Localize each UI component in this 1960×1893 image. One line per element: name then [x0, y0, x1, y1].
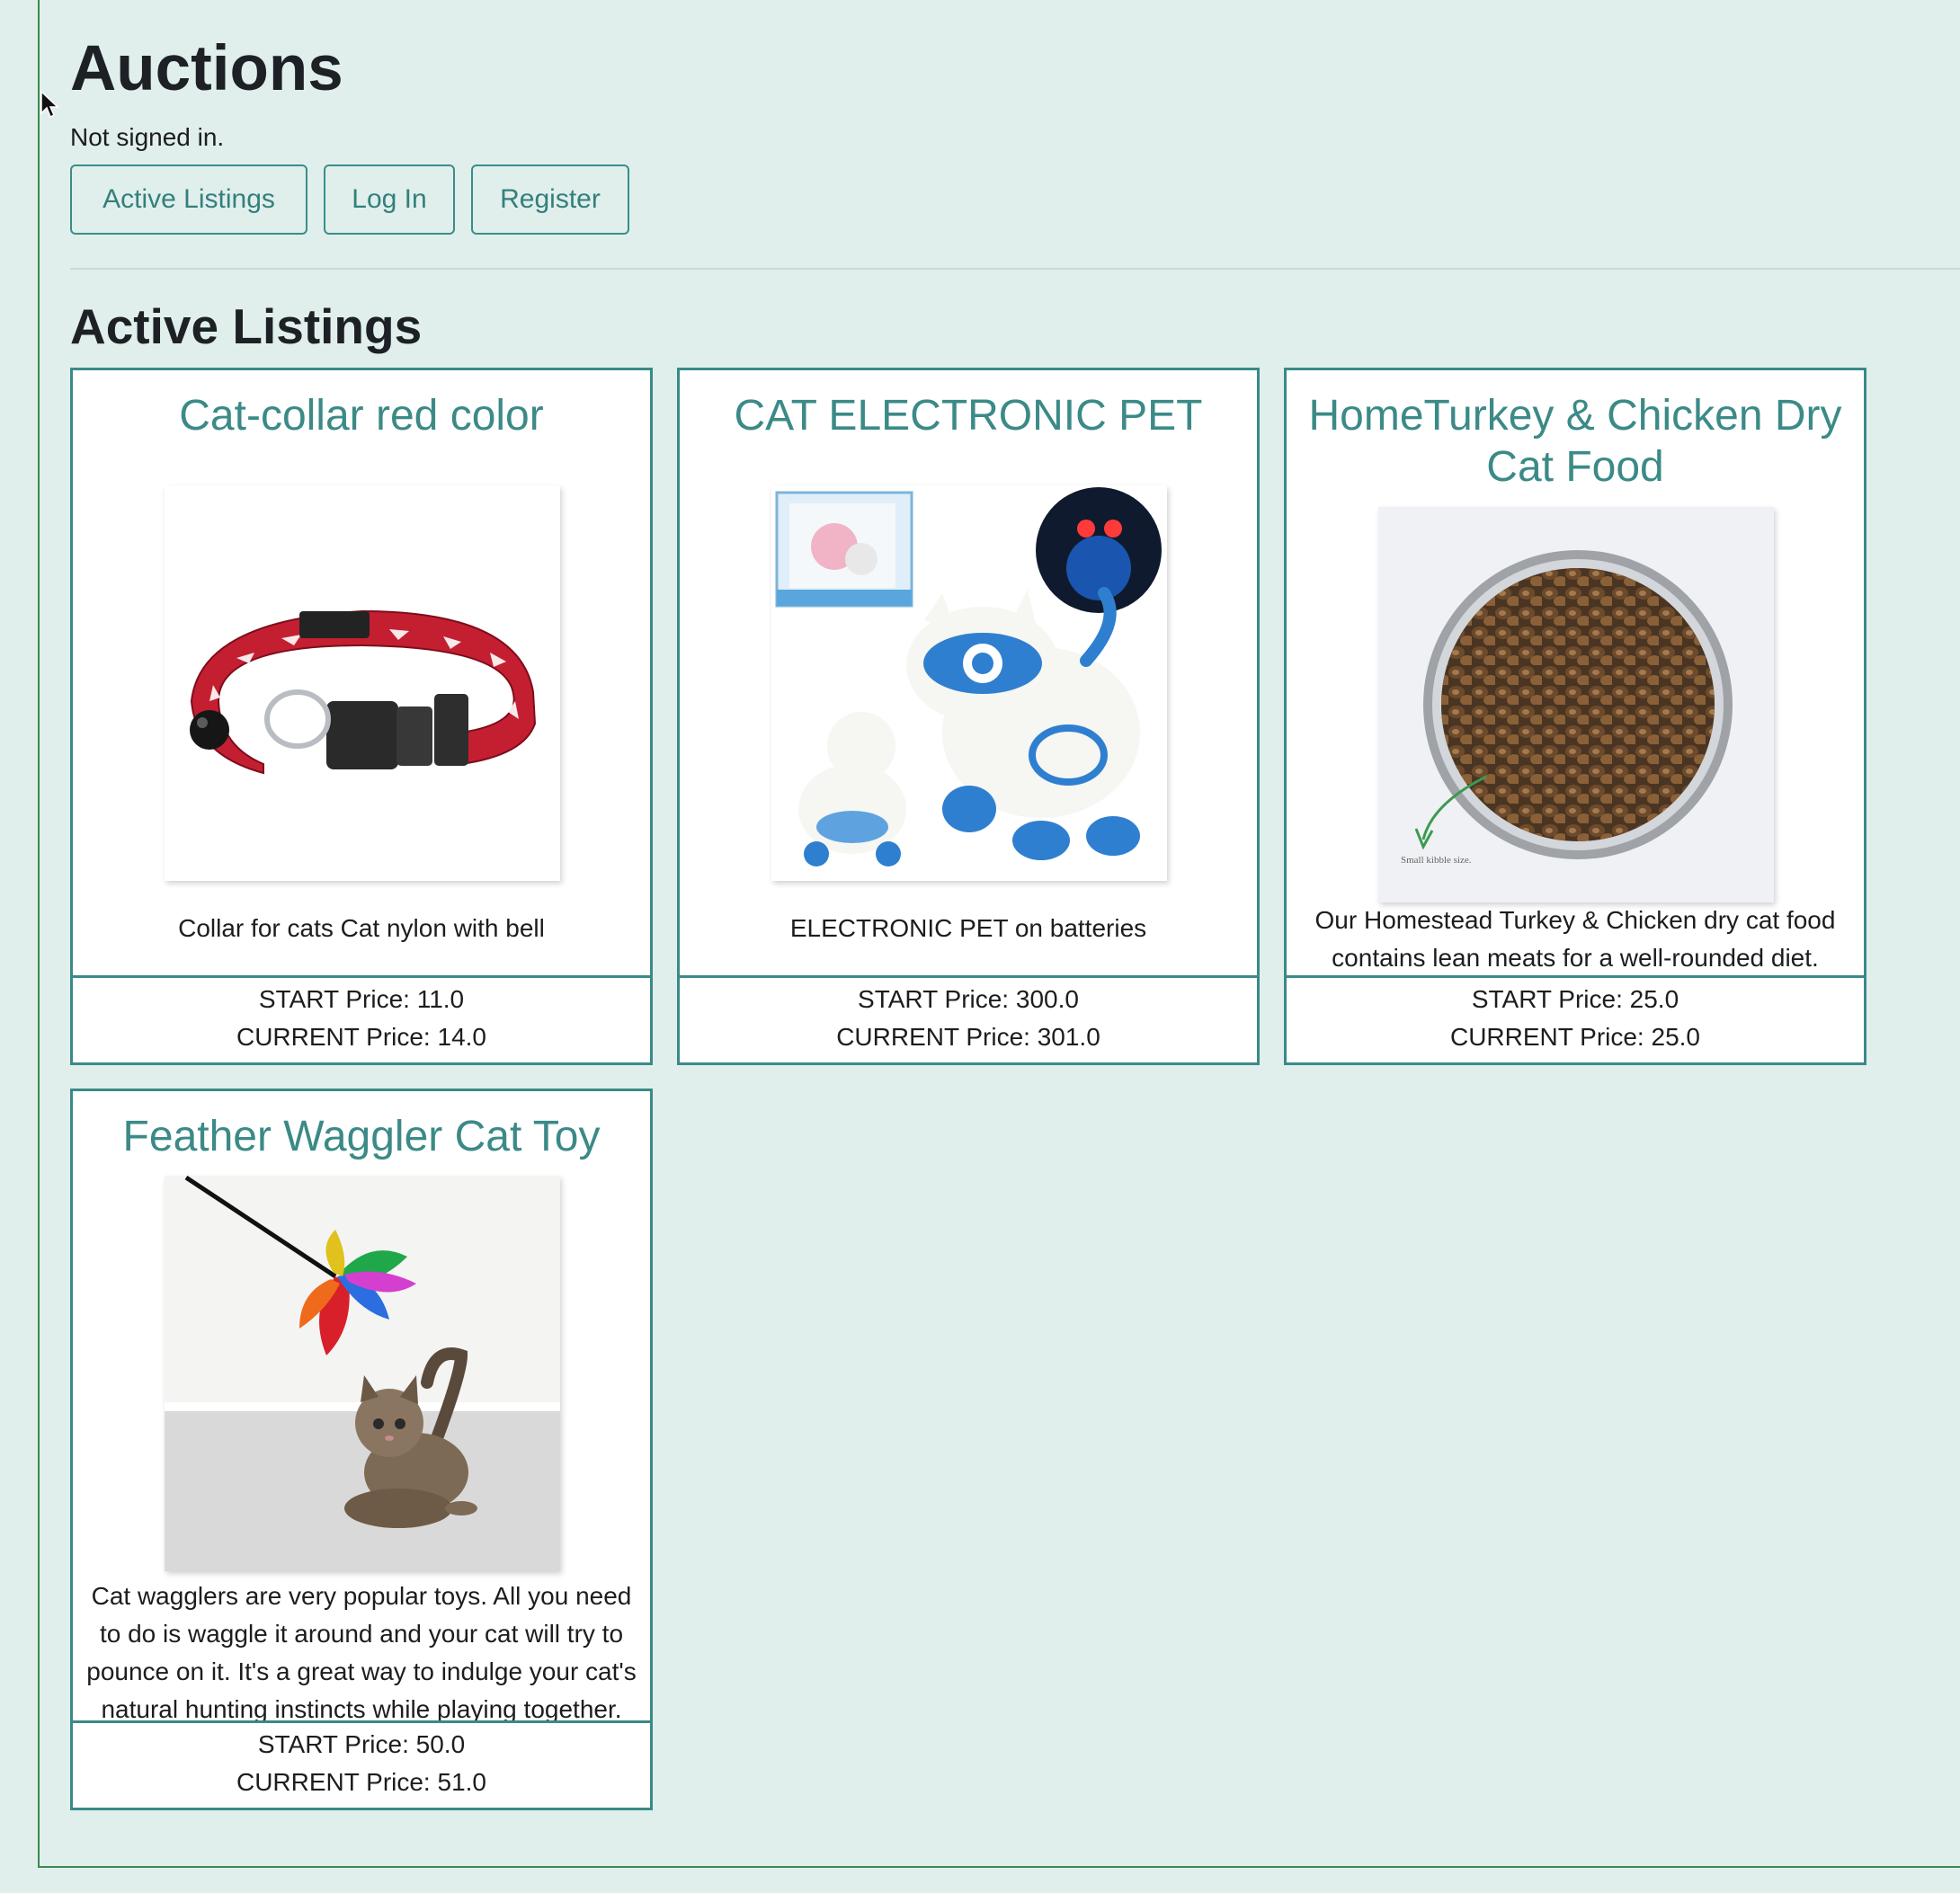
listing-card-body: CAT ELECTRONIC PET ELECTRONIC PET on bat…	[680, 370, 1257, 981]
listing-description: Cat wagglers are very popular toys. All …	[86, 1582, 637, 1723]
site-title: Auctions	[70, 33, 343, 104]
mouse-cursor-icon	[40, 90, 59, 119]
listing-prices: START Price: 25.0 CURRENT Price: 25.0	[1287, 975, 1864, 1062]
listing-card-body: Cat-collar red color Collar for cats Cat…	[73, 370, 650, 981]
listing-card[interactable]: HomeTurkey & Chicken Dry Cat Food Small …	[1284, 368, 1866, 1065]
listing-image: Small kibble size.	[1378, 507, 1774, 902]
listing-prices: START Price: 11.0 CURRENT Price: 14.0	[73, 975, 650, 1062]
listing-prices: START Price: 300.0 CURRENT Price: 301.0	[680, 975, 1257, 1062]
kibble-caption: Small kibble size.	[1401, 855, 1472, 866]
robot-cat-toy-photo	[771, 485, 1167, 881]
active-listings-button[interactable]: Active Listings	[70, 164, 307, 235]
current-price: CURRENT Price: 14.0	[236, 1023, 486, 1051]
signin-status: Not signed in.	[70, 123, 225, 151]
login-button[interactable]: Log In	[324, 164, 455, 235]
listing-image	[165, 485, 560, 881]
listing-image	[165, 1175, 560, 1571]
current-price: CURRENT Price: 25.0	[1449, 1023, 1700, 1051]
nav-bar: Active Listings Log In Register	[70, 164, 629, 235]
listing-card[interactable]: Feather Waggler Cat Toy Cat wagglers are…	[70, 1089, 653, 1810]
listing-description: Our Homestead Turkey & Chicken dry cat f…	[1314, 906, 1836, 972]
section-title: Active Listings	[70, 298, 423, 354]
listing-card[interactable]: CAT ELECTRONIC PET ELECTRONIC PET on bat…	[677, 368, 1260, 1065]
start-price: START Price: 25.0	[1471, 985, 1679, 1013]
current-price: CURRENT Price: 301.0	[836, 1023, 1100, 1051]
listing-image	[771, 485, 1167, 881]
listing-title[interactable]: HomeTurkey & Chicken Dry Cat Food	[1287, 370, 1864, 493]
listing-card-body: Feather Waggler Cat Toy Cat wagglers are…	[73, 1091, 650, 1726]
listing-prices: START Price: 50.0 CURRENT Price: 51.0	[73, 1720, 650, 1808]
red-cat-collar-photo	[165, 485, 560, 881]
listing-card[interactable]: Cat-collar red color Collar for cats Cat…	[70, 368, 653, 1065]
register-button[interactable]: Register	[471, 164, 629, 235]
kibble-bowl-photo: Small kibble size.	[1378, 507, 1774, 902]
listing-title[interactable]: Feather Waggler Cat Toy	[73, 1091, 650, 1162]
listing-title[interactable]: Cat-collar red color	[73, 370, 650, 441]
listing-description: ELECTRONIC PET on batteries	[789, 914, 1147, 942]
feather-toy-kitten-photo	[165, 1175, 560, 1571]
start-price: START Price: 11.0	[258, 985, 465, 1013]
header-divider	[70, 268, 1960, 270]
start-price: START Price: 50.0	[257, 1730, 466, 1758]
listing-description: Collar for cats Cat nylon with bell	[178, 914, 545, 942]
listing-title[interactable]: CAT ELECTRONIC PET	[680, 370, 1257, 441]
listing-card-body: HomeTurkey & Chicken Dry Cat Food Small …	[1287, 370, 1864, 981]
start-price: START Price: 300.0	[858, 985, 1079, 1013]
current-price: CURRENT Price: 51.0	[236, 1768, 486, 1796]
